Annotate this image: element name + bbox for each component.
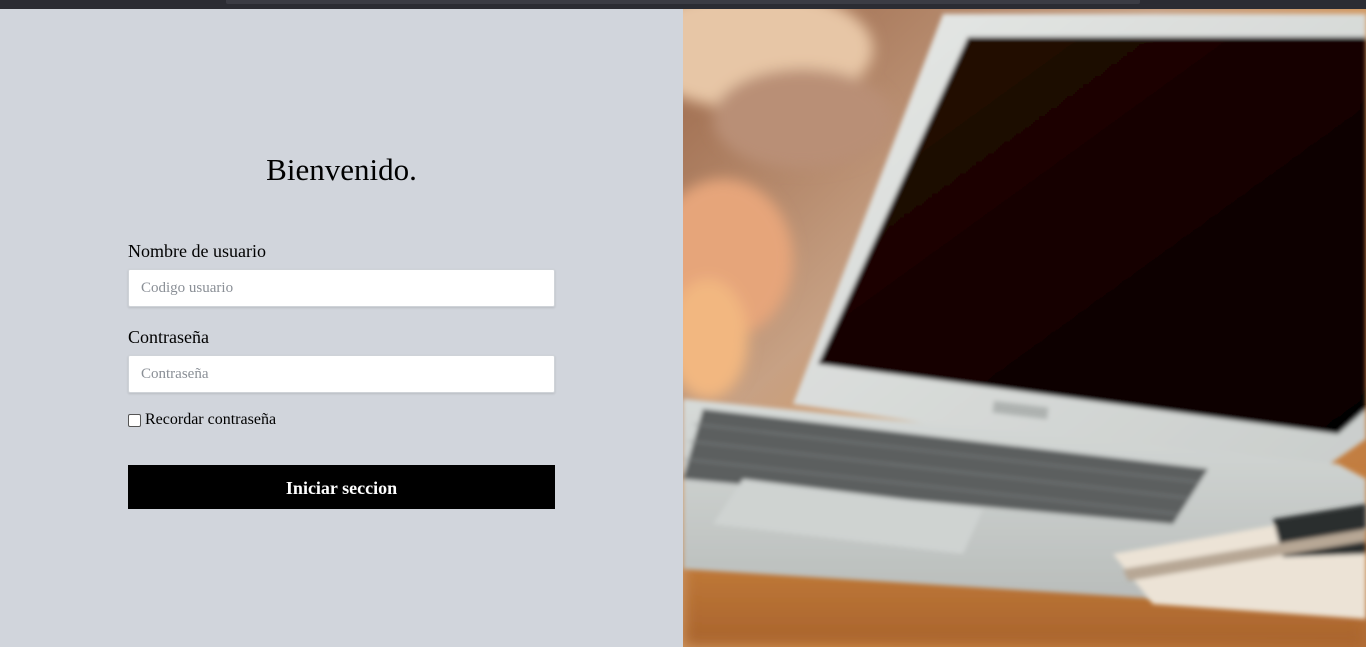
remember-password-row[interactable]: Recordar contraseña	[128, 411, 276, 429]
top-scroll-track	[226, 0, 1140, 4]
hero-image	[683, 9, 1366, 647]
login-button[interactable]: Iniciar seccion	[128, 465, 555, 509]
page-title: Bienvenido.	[266, 152, 417, 187]
remember-password-checkbox[interactable]	[128, 413, 141, 427]
username-label: Nombre de usuario	[128, 241, 266, 261]
username-input[interactable]	[128, 269, 555, 307]
laptop-photo-illustration	[683, 9, 1366, 647]
password-label: Contraseña	[128, 327, 209, 347]
remember-password-label: Recordar contraseña	[145, 411, 277, 428]
browser-top-bar	[0, 0, 1366, 9]
password-input[interactable]	[128, 355, 555, 393]
login-panel: Bienvenido. Nombre de usuario Contraseña…	[0, 9, 683, 647]
